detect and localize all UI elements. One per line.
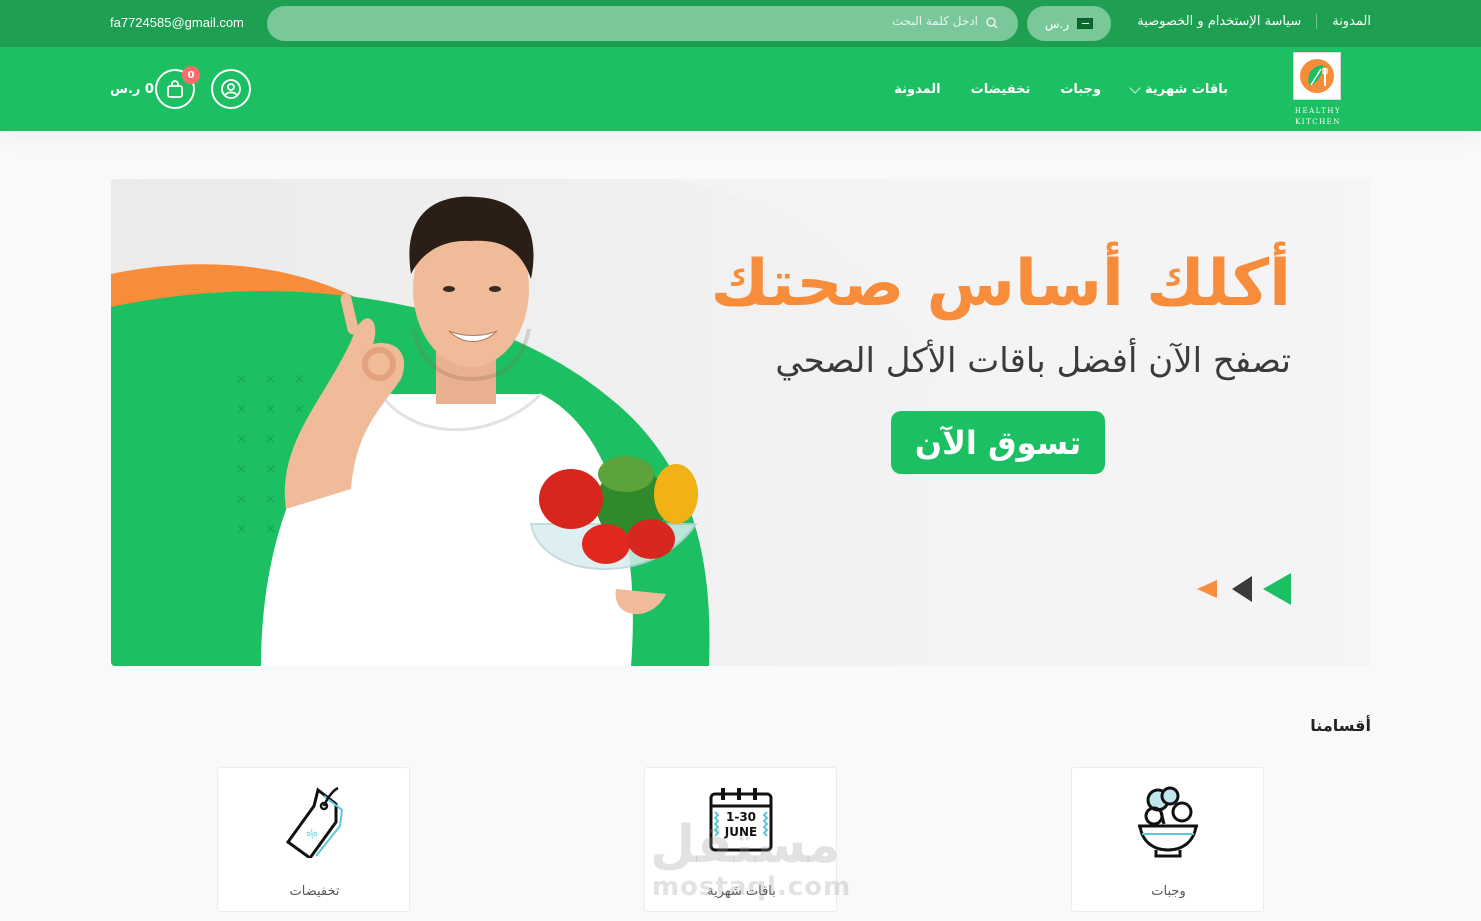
salad-bowl-icon [1138, 786, 1198, 858]
search-icon[interactable] [986, 17, 998, 29]
price-tag-icon: % [285, 786, 344, 858]
svg-text:×: × [265, 432, 276, 447]
svg-text:×: × [265, 372, 276, 387]
svg-text:×: × [265, 402, 276, 417]
logo-icon [1300, 59, 1334, 93]
svg-text:×: × [236, 522, 247, 537]
hero-banner: ××× ××× ××× ××× ××× ×× [111, 179, 1371, 666]
hero-title: أكلك أساس صحتك [710, 247, 1292, 321]
slider-prev-icon[interactable] [1197, 580, 1217, 598]
nav-item-label: باقات شهرية [1145, 82, 1228, 97]
logo-text: HEALTHY KITCHEN [1287, 106, 1349, 128]
watermark-logo: مستقل [650, 815, 841, 875]
search-input[interactable] [328, 14, 978, 28]
saudi-flag-icon [1077, 18, 1094, 29]
slider-pause-icon[interactable] [1232, 576, 1252, 602]
svg-text:×: × [236, 372, 247, 387]
nav-item-discounts[interactable]: تخفيضات [971, 82, 1031, 97]
top-link-blog[interactable]: المدونة [1316, 14, 1371, 29]
logo-mark [1293, 52, 1341, 100]
categories-title: أقسامنا [1310, 716, 1371, 735]
svg-text:×: × [265, 492, 276, 507]
slider-controls [1197, 573, 1291, 605]
account-button[interactable] [211, 69, 251, 109]
cart-button[interactable]: 0 [155, 66, 200, 109]
user-icon [221, 79, 241, 99]
watermark-url: mostaql.com [652, 872, 852, 902]
category-card-meals[interactable]: وجبات [1071, 767, 1264, 912]
nav-item-label: المدونة [894, 82, 941, 97]
svg-text:×: × [294, 402, 305, 417]
top-link-privacy[interactable]: سياسة الإستخدام و الخصوصية [1122, 14, 1316, 29]
logo-text-line2: KITCHEN [1295, 118, 1341, 126]
nav-item-blog[interactable]: المدونة [894, 82, 940, 97]
chevron-down-icon [1129, 81, 1141, 94]
nav-item-monthly-packages[interactable]: باقات شهرية [1129, 81, 1228, 97]
cart-total: 0 ر.س [110, 82, 154, 97]
nav-item-label: وجبات [1060, 82, 1102, 97]
svg-text:×: × [236, 492, 247, 507]
slider-next-icon[interactable] [1263, 573, 1291, 605]
svg-text:%: % [304, 826, 320, 843]
currency-label: ر.س [1044, 16, 1070, 31]
logo[interactable]: HEALTHY KITCHEN [1287, 52, 1349, 128]
main-nav: HEALTHY KITCHEN باقات شهرية وجبات تخفيضا… [0, 47, 1481, 131]
svg-text:×: × [265, 522, 276, 537]
top-bar: fa7724585@gmail.com ر.س المدونة سياسة ال… [0, 0, 1481, 47]
nav-menu: باقات شهرية وجبات تخفيضات المدونة [864, 81, 1228, 97]
svg-text:×: × [236, 402, 247, 417]
svg-text:×: × [236, 432, 247, 447]
svg-text:×: × [294, 372, 305, 387]
logo-text-line1: HEALTHY [1294, 107, 1342, 115]
top-links: المدونة سياسة الإستخدام و الخصوصية [1122, 14, 1371, 29]
shopping-bag-icon [167, 80, 183, 98]
search-bar[interactable] [267, 6, 1018, 41]
category-label: وجبات [1151, 884, 1186, 899]
svg-text:×: × [265, 462, 276, 477]
nav-item-label: تخفيضات [970, 82, 1031, 97]
currency-selector[interactable]: ر.س [1027, 6, 1111, 41]
svg-text:×: × [236, 462, 247, 477]
category-label: تخفيضات [289, 884, 340, 899]
category-card-discounts[interactable]: % تخفيضات [217, 767, 410, 912]
nav-item-meals[interactable]: وجبات [1060, 82, 1101, 97]
contact-email[interactable]: fa7724585@gmail.com [110, 15, 244, 30]
shop-now-button[interactable]: تسوق الآن [891, 411, 1105, 474]
cart-count-badge: 0 [182, 66, 200, 84]
hero-subtitle: تصفح الآن أفضل باقات الأكل الصحي [775, 341, 1291, 381]
